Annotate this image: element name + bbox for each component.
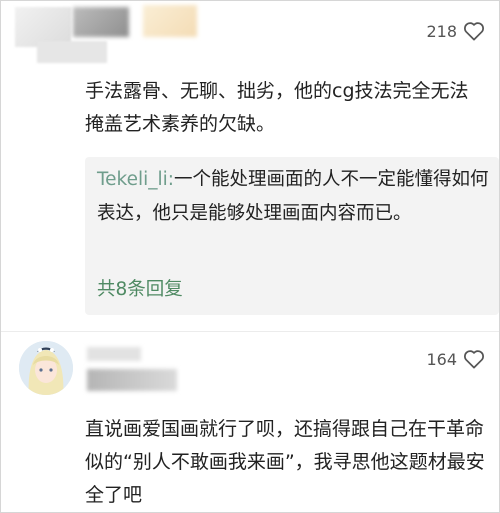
reply-preview-text: Tekeli_li:一个能处理画面的人不一定能懂得如何表达，他只是能够处理画面内…: [97, 163, 493, 231]
anime-girl-avatar-icon: [19, 341, 73, 395]
like-button[interactable]: 218: [426, 21, 485, 41]
blurred-username: [37, 41, 107, 63]
comment-thread: 218 手法露骨、无聊、拙劣，他的cg技法完全无法掩盖艺术素养的欠缺。 Teke…: [0, 0, 500, 513]
comment-2-text: 直说画爱国画就行了呗，还搞得跟自己在干革命似的“别人不敢画我来画”，我寻思他这题…: [85, 418, 485, 506]
like-count: 164: [426, 349, 457, 369]
heart-outline-icon: [464, 22, 484, 41]
reply-preview[interactable]: Tekeli_li:一个能处理画面的人不一定能懂得如何表达，他只是能够处理画面内…: [85, 157, 499, 315]
blurred-username: [143, 5, 197, 37]
blurred-username: [87, 347, 141, 361]
comment-1-text: 手法露骨、无聊、拙劣，他的cg技法完全无法掩盖艺术素养的欠缺。: [85, 80, 469, 135]
blurred-avatar: [73, 7, 129, 37]
heart-outline-icon: [464, 350, 484, 369]
view-replies-link[interactable]: 共8条回复: [97, 275, 183, 301]
divider: [1, 331, 499, 332]
reply-author[interactable]: Tekeli_li:: [97, 169, 174, 190]
avatar[interactable]: [19, 341, 73, 395]
like-count: 218: [426, 21, 457, 41]
comment-1-header: [1, 1, 499, 65]
like-button[interactable]: 164: [426, 349, 485, 369]
blurred-username: [87, 369, 177, 391]
